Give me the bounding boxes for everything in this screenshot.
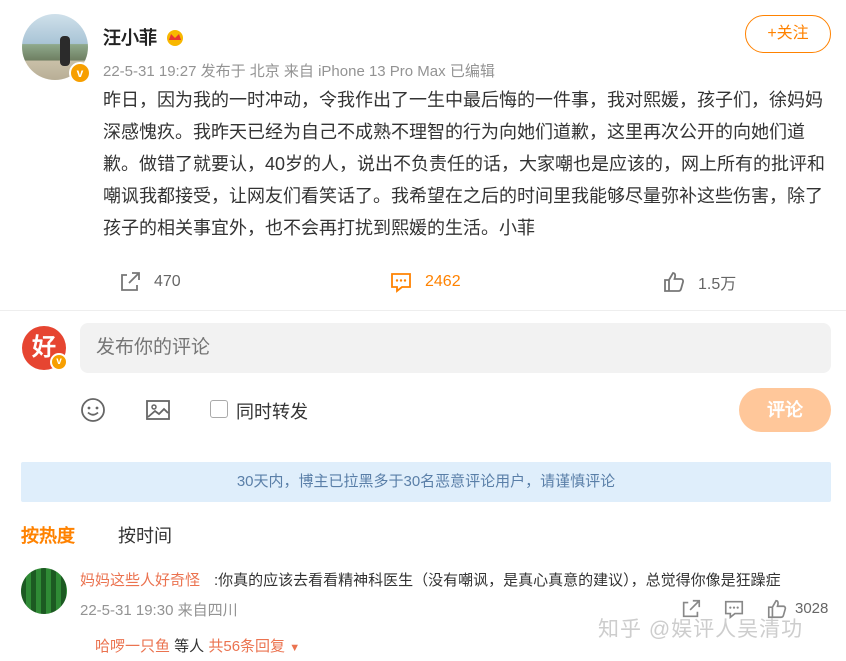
post-meta: 22-5-31 19:27 发布于 北京 来自 iPhone 13 Pro Ma… [103,63,495,80]
repost-count: 470 [154,273,181,290]
commenter-avatar[interactable] [21,568,67,614]
thumbs-up-icon [664,272,685,292]
crown-icon [167,30,183,46]
caret-down-icon[interactable]: ▼ [289,642,300,654]
like-count: 1.5万 [698,276,737,293]
divider [0,310,846,311]
share-icon [121,272,140,291]
like-action[interactable]: 1.5万 [662,268,736,296]
repost-label[interactable]: 同时转发 [236,398,308,424]
tab-sort-by-hot[interactable]: 按热度 [21,522,75,548]
comment-action[interactable]: 2462 [389,268,461,296]
emoji-icon[interactable] [80,397,106,423]
reply-summary[interactable]: 哈啰一只鱼 等人 共56条回复 ▼ [95,635,300,656]
post-text: 昨日，因为我的一时冲动，令我作出了一生中最后悔的一件事，我对熙媛，孩子们，徐妈妈… [103,90,826,238]
reply-user[interactable]: 哈啰一只鱼 [95,638,170,655]
tab-sort-by-time[interactable]: 按时间 [118,522,172,548]
reply-count[interactable]: 共56条回复 [208,638,285,655]
verified-badge-icon: v [69,62,91,84]
blocklist-notice: 30天内，博主已拉黑多于30名恶意评论用户，请谨慎评论 [21,462,831,502]
author-name[interactable]: 汪小菲 [103,24,157,50]
submit-comment-button[interactable]: 评论 [739,388,831,432]
comment-icon [391,273,411,293]
comment-meta: 22-5-31 19:30 来自四川 [80,602,238,619]
image-icon[interactable] [145,397,171,423]
follow-button[interactable]: +关注 [745,15,831,53]
repost-checkbox[interactable] [210,400,228,418]
comment-input[interactable] [80,323,831,373]
comment-count: 2462 [425,273,461,290]
commenter-name[interactable]: 妈妈这些人好奇怪 [80,569,200,590]
comment-text: :你真的应该去看看精神科医生（没有嘲讽，是真心真意的建议），总觉得你像是狂躁症 [214,572,781,589]
verified-badge-icon: v [50,353,68,371]
reply-mid-text: 等人 [170,638,209,655]
repost-action[interactable]: 470 [118,268,181,296]
watermark: 知乎 @娱评人吴清功 [598,618,804,641]
